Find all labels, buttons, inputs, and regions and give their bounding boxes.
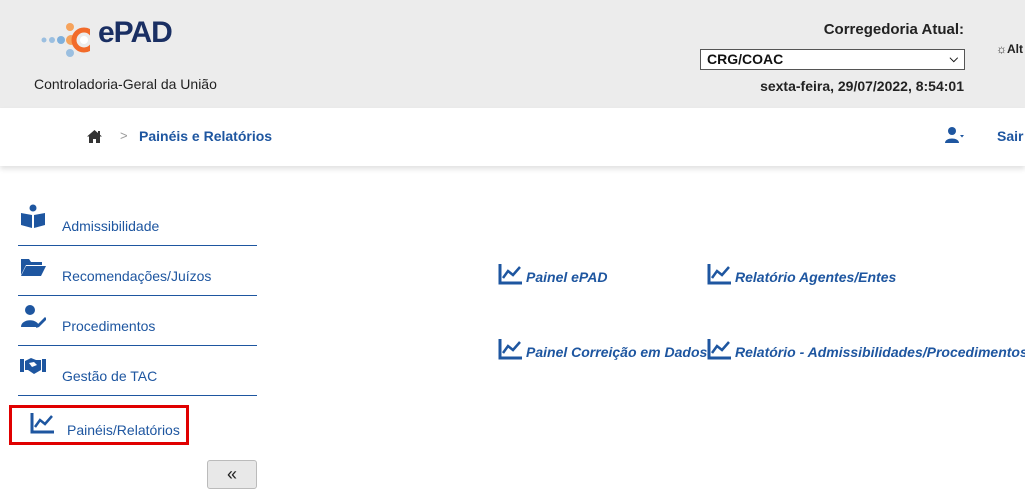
- theme-toggle-label: Alt: [1007, 42, 1023, 56]
- link-relatorio-agentes-entes[interactable]: Relatório Agentes/Entes: [707, 263, 896, 285]
- sidebar-item-label: Admissibilidade: [62, 218, 160, 234]
- corregedoria-select[interactable]: CRG/COAC ⌵: [700, 49, 965, 70]
- sidebar-item-label: Recomendações/Juízos: [62, 268, 212, 284]
- sidebar-item-recomendacoes[interactable]: Recomendações/Juízos: [18, 250, 257, 296]
- link-label: Relatório Agentes/Entes: [735, 269, 897, 285]
- chevron-down-icon: ⌵: [949, 53, 958, 65]
- link-label: Relatório - Admissibilidades/Procediment…: [735, 344, 1025, 360]
- logout-link[interactable]: Sair: [997, 128, 1023, 144]
- breadcrumb-current[interactable]: Painéis e Relatórios: [139, 128, 272, 144]
- link-label: Painel Correição em Dados: [526, 344, 708, 360]
- chart-line-icon: [707, 339, 731, 360]
- app-window: ePAD Controladoria-Geral da União Correg…: [0, 0, 1025, 489]
- link-painel-epad[interactable]: Painel ePAD: [498, 263, 607, 285]
- sidebar-item-gestao-tac[interactable]: Gestão de TAC: [18, 350, 257, 396]
- link-relatorio-admissibilidades-procedimentos[interactable]: Relatório - Admissibilidades/Procediment…: [707, 338, 1025, 360]
- chart-line-icon: [707, 264, 731, 285]
- header: ePAD Controladoria-Geral da União Correg…: [0, 0, 1025, 108]
- logo-dots-icon: [41, 23, 90, 57]
- current-datetime: sexta-feira, 29/07/2022, 8:54:01: [760, 78, 964, 94]
- chart-line-icon: [498, 339, 522, 360]
- link-label: Painel ePAD: [526, 269, 608, 285]
- chart-line-icon: [498, 264, 522, 285]
- theme-toggle[interactable]: ☼Alt: [996, 42, 1023, 56]
- corregedoria-label: Corregedoria Atual:: [823, 21, 964, 38]
- sidebar-item-admissibilidade[interactable]: Admissibilidade: [18, 200, 257, 246]
- folder-open-icon: [21, 259, 46, 276]
- sidebar-item-label: Procedimentos: [62, 318, 156, 334]
- sidebar-item-label: Painéis/Relatórios: [67, 422, 180, 438]
- handshake-icon: [20, 358, 46, 374]
- sidebar-item-procedimentos[interactable]: Procedimentos: [18, 300, 257, 346]
- home-icon[interactable]: [86, 129, 103, 144]
- breadcrumb-bar: > Painéis e Relatórios Sair: [0, 108, 1025, 166]
- sun-icon: ☼: [996, 42, 1007, 56]
- org-name: Controladoria-Geral da União: [34, 76, 217, 92]
- sidebar-item-paineis-relatorios[interactable]: Painéis/Relatórios: [9, 405, 189, 445]
- link-painel-correicao-dados[interactable]: Painel Correição em Dados: [498, 338, 707, 360]
- corregedoria-selected-value: CRG/COAC: [707, 51, 784, 67]
- sidebar-item-label: Gestão de TAC: [62, 368, 158, 384]
- logo-text[interactable]: ePAD: [98, 16, 173, 50]
- reader-icon: [21, 204, 45, 228]
- sidebar-collapse-button[interactable]: «: [207, 460, 257, 489]
- breadcrumb-separator: >: [120, 128, 128, 143]
- user-edit-icon: [21, 305, 46, 328]
- user-menu-icon[interactable]: [944, 126, 964, 144]
- chart-line-icon: [30, 413, 54, 434]
